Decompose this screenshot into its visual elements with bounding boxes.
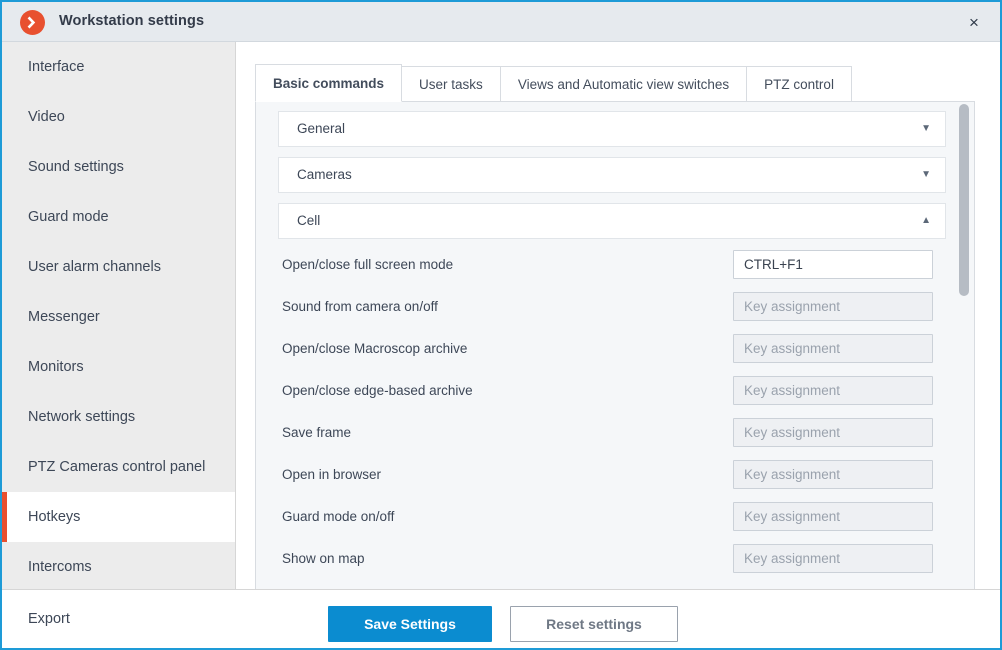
sidebar-item-label: Hotkeys xyxy=(28,509,81,525)
sidebar-item-label: Interface xyxy=(28,59,85,75)
group-label: Cell xyxy=(297,213,321,228)
tab-label: Basic commands xyxy=(273,76,385,91)
hotkey-input[interactable] xyxy=(733,334,933,363)
sidebar-item-interface[interactable]: Interface xyxy=(2,42,235,92)
hotkey-input[interactable] xyxy=(733,418,933,447)
hotkey-input[interactable] xyxy=(733,502,933,531)
close-icon[interactable]: × xyxy=(954,5,994,39)
sidebar-item-hotkeys[interactable]: Hotkeys xyxy=(2,492,235,542)
hotkey-label: Open/close full screen mode xyxy=(282,257,454,272)
sidebar-item-label: Sound settings xyxy=(28,159,124,175)
tab-ptz-control[interactable]: PTZ control xyxy=(746,66,852,102)
hotkey-row: Guard mode on/off xyxy=(256,496,974,538)
save-settings-button[interactable]: Save Settings xyxy=(328,606,492,642)
group-header-general[interactable]: General ▼ xyxy=(278,111,946,147)
chevron-down-icon: ▼ xyxy=(921,123,931,134)
title-bar: Workstation settings × xyxy=(2,2,1000,42)
page-title: Workstation settings xyxy=(59,13,205,29)
sidebar-item-intercoms[interactable]: Intercoms xyxy=(2,542,235,589)
sidebar: Interface Video Sound settings Guard mod… xyxy=(2,42,236,589)
tab-label: PTZ control xyxy=(764,77,834,92)
tab-basic-commands[interactable]: Basic commands xyxy=(255,64,403,102)
hotkey-label: Show on map xyxy=(282,551,365,566)
workstation-settings-window: Workstation settings × Interface Video S… xyxy=(0,0,1002,650)
tab-label: User tasks xyxy=(419,77,483,92)
sidebar-item-label: Guard mode xyxy=(28,209,109,225)
vertical-scrollbar[interactable] xyxy=(958,104,970,610)
group-header-cameras[interactable]: Cameras ▼ xyxy=(278,157,946,193)
sidebar-item-video[interactable]: Video xyxy=(2,92,235,142)
hotkey-row: Open/close edge-based archive xyxy=(256,370,974,412)
hotkey-label: Guard mode on/off xyxy=(282,509,395,524)
tab-panel-basic-commands: General ▼ Cameras ▼ Cell ▲ Open/close fu… xyxy=(255,101,975,613)
chevron-up-icon: ▲ xyxy=(921,215,931,226)
sidebar-item-label: Intercoms xyxy=(28,559,92,575)
hotkey-label: Open/close Macroscop archive xyxy=(282,341,468,356)
footer-bar: Export Save Settings Reset settings xyxy=(2,589,1000,648)
tab-strip: Basic commands User tasks Views and Auto… xyxy=(255,64,975,102)
sidebar-item-label: Messenger xyxy=(28,309,100,325)
hotkey-row: Sound from camera on/off xyxy=(256,286,974,328)
hotkey-input[interactable] xyxy=(733,460,933,489)
group-label: General xyxy=(297,121,346,136)
sidebar-item-label: Monitors xyxy=(28,359,84,375)
hotkey-input[interactable] xyxy=(733,292,933,321)
sidebar-item-network-settings[interactable]: Network settings xyxy=(2,392,235,442)
hotkey-row: Save frame xyxy=(256,412,974,454)
chevron-down-icon: ▼ xyxy=(921,169,931,180)
sidebar-item-label: PTZ Cameras control panel xyxy=(28,459,206,475)
content-panel: Basic commands User tasks Views and Auto… xyxy=(237,42,1000,613)
hotkey-label: Sound from camera on/off xyxy=(282,299,438,314)
sidebar-item-export[interactable]: Export xyxy=(28,590,70,648)
tab-label: Views and Automatic view switches xyxy=(517,77,730,92)
hotkey-label: Open/close edge-based archive xyxy=(282,383,473,398)
sidebar-item-user-alarm-channels[interactable]: User alarm channels xyxy=(2,242,235,292)
hotkey-row: Open/close Macroscop archive xyxy=(256,328,974,370)
scrollbar-thumb[interactable] xyxy=(959,104,969,296)
hotkey-input[interactable] xyxy=(733,376,933,405)
hotkey-label: Open in browser xyxy=(282,467,382,482)
sidebar-item-sound-settings[interactable]: Sound settings xyxy=(2,142,235,192)
hotkeys-scroll-area: General ▼ Cameras ▼ Cell ▲ Open/close fu… xyxy=(256,102,974,612)
sidebar-item-guard-mode[interactable]: Guard mode xyxy=(2,192,235,242)
group-label: Cameras xyxy=(297,167,352,182)
sidebar-item-messenger[interactable]: Messenger xyxy=(2,292,235,342)
hotkey-label: Save frame xyxy=(282,425,352,440)
hotkey-row: Open/close full screen mode xyxy=(256,244,974,286)
hotkey-row: Show on map xyxy=(256,538,974,580)
chevron-right-circle-icon xyxy=(20,10,45,35)
sidebar-item-monitors[interactable]: Monitors xyxy=(2,342,235,392)
tab-views-and-automatic-view-switches[interactable]: Views and Automatic view switches xyxy=(499,66,748,102)
tab-user-tasks[interactable]: User tasks xyxy=(401,66,501,102)
hotkey-row: Open in browser xyxy=(256,454,974,496)
sidebar-item-label: User alarm channels xyxy=(28,259,161,275)
sidebar-item-label: Network settings xyxy=(28,409,136,425)
sidebar-item-ptz-cameras-control-panel[interactable]: PTZ Cameras control panel xyxy=(2,442,235,492)
sidebar-item-label: Video xyxy=(28,109,65,125)
reset-settings-button[interactable]: Reset settings xyxy=(510,606,678,642)
hotkey-input[interactable] xyxy=(733,544,933,573)
group-header-cell[interactable]: Cell ▲ xyxy=(278,203,946,239)
hotkey-input[interactable] xyxy=(733,250,933,279)
